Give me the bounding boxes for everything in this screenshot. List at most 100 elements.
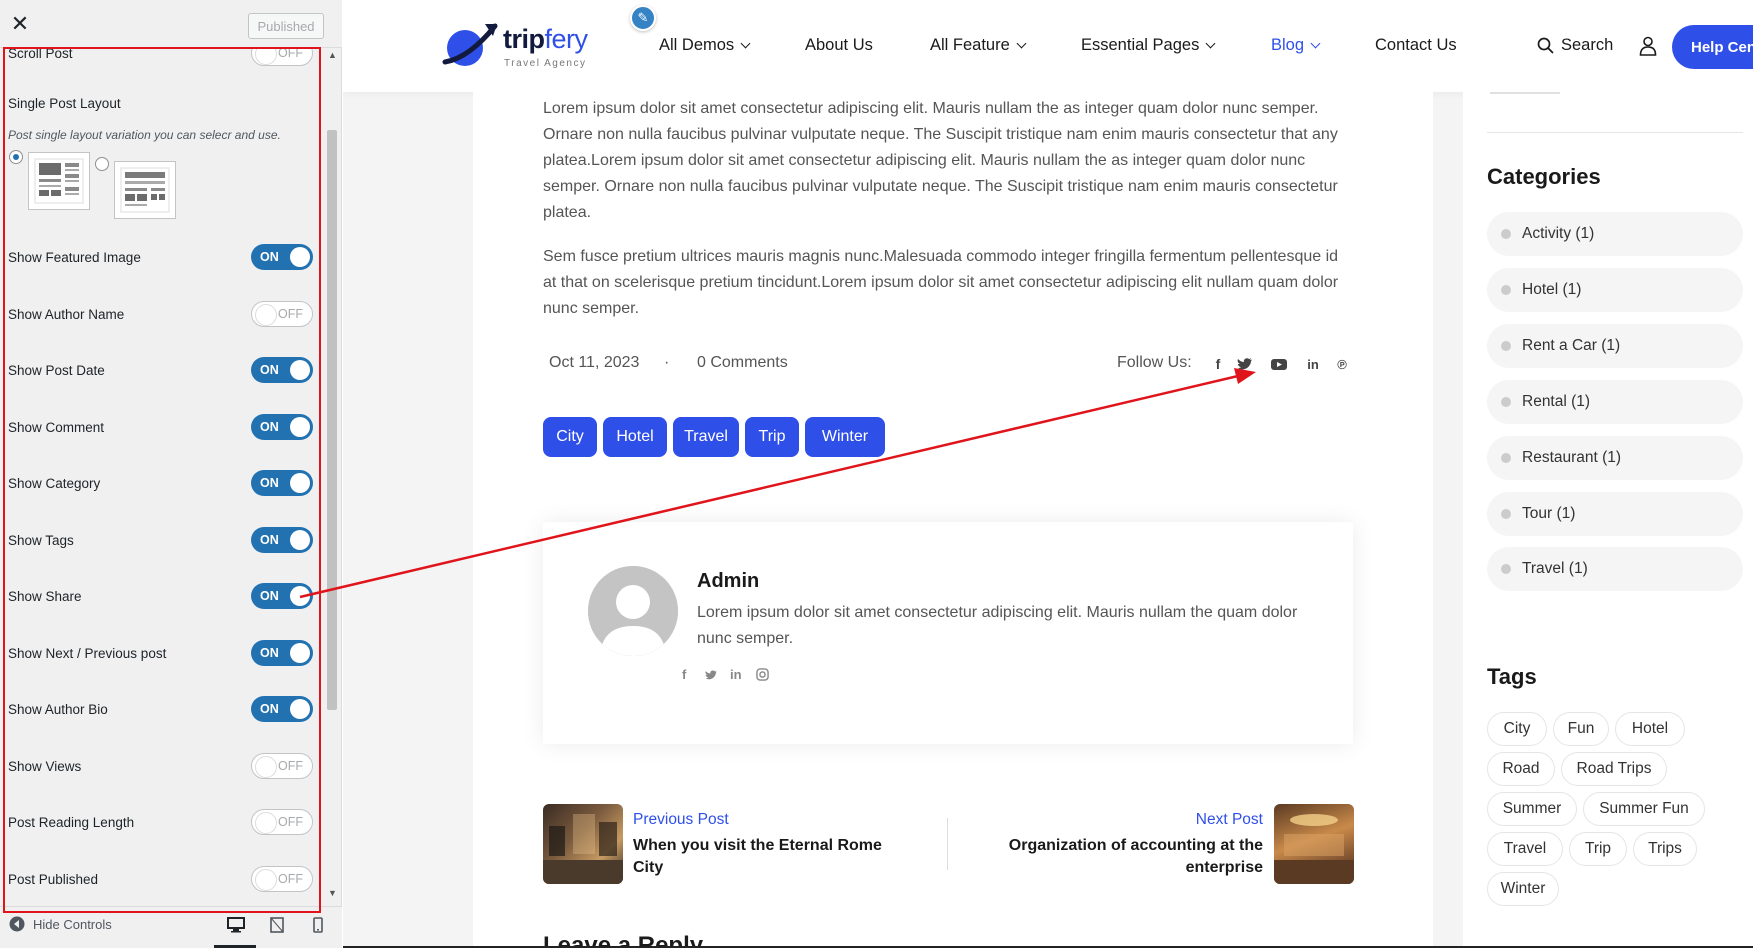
comments-link[interactable]: 0 Comments [697, 354, 788, 372]
search-button[interactable]: Search [1537, 36, 1613, 55]
tag-pill[interactable]: City [1487, 712, 1547, 746]
sidebar-scrollbar[interactable]: ▲ ▼ [325, 48, 339, 900]
close-icon[interactable]: ✕ [0, 0, 40, 48]
layout-thumbnail-1[interactable] [28, 152, 90, 210]
nav-label: Essential Pages [1081, 36, 1200, 54]
layout-radio-1[interactable] [9, 150, 23, 164]
post-date: Oct 11, 2023 [549, 354, 640, 371]
toggle-switch[interactable]: ON [251, 357, 313, 383]
tag-pill[interactable]: Trips [1633, 832, 1697, 866]
post-tag[interactable]: Winter [805, 417, 885, 457]
toggle-switch[interactable]: ON [251, 244, 313, 270]
toggle-switch[interactable]: ON [251, 470, 313, 496]
mobile-preview-icon[interactable] [309, 917, 327, 933]
category-item[interactable]: Rental (1) [1487, 380, 1743, 424]
customizer-header: ✕ Published [0, 0, 342, 48]
desktop-preview-icon[interactable] [227, 917, 245, 933]
category-item[interactable]: Restaurant (1) [1487, 436, 1743, 480]
tag-pill[interactable]: Winter [1487, 872, 1559, 906]
pinterest-icon[interactable]: ℗ [1333, 355, 1351, 373]
categories-heading: Categories [1487, 164, 1601, 189]
next-post-label[interactable]: Next Post [993, 811, 1263, 829]
edit-shortcut-pencil-icon[interactable]: ✎ [630, 5, 656, 31]
category-item[interactable]: Activity (1) [1487, 212, 1743, 256]
toggle-switch[interactable]: ON [251, 527, 313, 553]
nav-item-all-demos[interactable]: All Demos [659, 36, 751, 55]
toggle-switch[interactable]: OFF [251, 301, 313, 327]
control-label: Show Next / Previous post [8, 645, 167, 661]
toggle-switch[interactable]: ON [251, 583, 313, 609]
scroll-up-icon[interactable]: ▲ [328, 50, 337, 60]
tag-pill[interactable]: Travel [1487, 832, 1563, 866]
tag-pill[interactable]: Trip [1569, 832, 1627, 866]
hide-controls-button[interactable]: Hide Controls [9, 916, 112, 932]
toggle-switch[interactable]: OFF [251, 48, 313, 66]
tag-pill[interactable]: Fun [1553, 712, 1609, 746]
toggle-switch[interactable]: OFF [251, 809, 313, 835]
site-preview: tripfery Travel Agency ✎ All Demos About… [343, 0, 1753, 948]
nav-item-essential-pages[interactable]: Essential Pages [1081, 36, 1216, 55]
post-content: Lorem ipsum dolor sit amet consectetur a… [473, 92, 1433, 948]
control-row-comment: Show Comment ON [8, 412, 313, 442]
control-label: Show Post Date [8, 362, 105, 378]
nav-item-blog[interactable]: Blog [1271, 36, 1321, 55]
previous-post-label[interactable]: Previous Post [633, 811, 729, 829]
previous-post-thumbnail[interactable] [543, 804, 623, 884]
tag-pill[interactable]: Summer Fun [1583, 792, 1705, 826]
youtube-icon[interactable] [1270, 355, 1288, 373]
help-center-button[interactable]: Help Center [1672, 25, 1753, 69]
site-logo[interactable]: tripfery Travel Agency [441, 22, 601, 72]
toggle-switch[interactable]: OFF [251, 753, 313, 779]
toggle-switch[interactable]: ON [251, 640, 313, 666]
scrollbar-thumb[interactable] [327, 130, 337, 710]
nav-item-contact-us[interactable]: Contact Us [1375, 36, 1457, 55]
published-button[interactable]: Published [248, 13, 324, 39]
linkedin-icon[interactable]: in [730, 667, 742, 682]
tag-pill[interactable]: Road [1487, 752, 1555, 786]
instagram-icon[interactable] [756, 668, 769, 681]
facebook-icon[interactable]: f [1209, 355, 1227, 373]
tablet-preview-icon[interactable] [268, 917, 286, 933]
twitter-icon[interactable] [705, 668, 719, 682]
layout-thumbnail-2[interactable] [114, 161, 176, 219]
control-label: Show Views [8, 758, 82, 774]
next-post-thumbnail[interactable] [1274, 804, 1354, 884]
category-item[interactable]: Travel (1) [1487, 547, 1743, 591]
nav-item-about-us[interactable]: About Us [805, 36, 873, 55]
layout-2-icon [120, 167, 170, 213]
tag-pill[interactable]: Road Trips [1561, 752, 1667, 786]
nav-label: About Us [805, 36, 873, 54]
control-row-post-published: Post Published OFF [8, 864, 313, 894]
customizer-controls[interactable]: Scroll Post OFF Single Post Layout Post … [0, 48, 342, 900]
tag-pill[interactable]: Hotel [1615, 712, 1685, 746]
chevron-down-icon [1205, 38, 1216, 49]
control-row-featured-image: Show Featured Image ON [8, 242, 313, 272]
post-tag[interactable]: Hotel [603, 417, 667, 457]
category-item[interactable]: Rent a Car (1) [1487, 324, 1743, 368]
logo-wordmark: tripfery [503, 24, 588, 55]
toggle-switch[interactable]: ON [251, 414, 313, 440]
meta-separator: · [664, 354, 670, 371]
toggle-switch[interactable]: ON [251, 696, 313, 722]
next-post-title[interactable]: Organization of accounting at the enterp… [973, 835, 1263, 879]
control-label: Show Tags [8, 532, 74, 548]
facebook-icon[interactable]: f [682, 667, 686, 682]
linkedin-icon[interactable]: in [1304, 355, 1322, 373]
post-tag[interactable]: Travel [673, 417, 739, 457]
layout-radio-2[interactable] [95, 157, 109, 171]
category-item[interactable]: Tour (1) [1487, 492, 1743, 536]
author-name[interactable]: Admin [697, 570, 759, 593]
nav-item-all-feature[interactable]: All Feature [930, 36, 1027, 55]
toggle-switch[interactable]: OFF [251, 866, 313, 892]
scroll-down-icon[interactable]: ▼ [328, 888, 337, 898]
post-tag[interactable]: Trip [745, 417, 799, 457]
hide-controls-label: Hide Controls [33, 916, 112, 932]
user-icon[interactable] [1639, 36, 1657, 56]
category-item[interactable]: Hotel (1) [1487, 268, 1743, 312]
tag-pill[interactable]: Summer [1487, 792, 1577, 826]
post-tag[interactable]: City [543, 417, 597, 457]
control-row-reading-length: Post Reading Length OFF [8, 807, 313, 837]
post-paragraph: Lorem ipsum dolor sit amet consectetur a… [543, 100, 1338, 221]
twitter-icon[interactable] [1237, 355, 1255, 373]
previous-post-title[interactable]: When you visit the Eternal Rome City [633, 835, 893, 879]
